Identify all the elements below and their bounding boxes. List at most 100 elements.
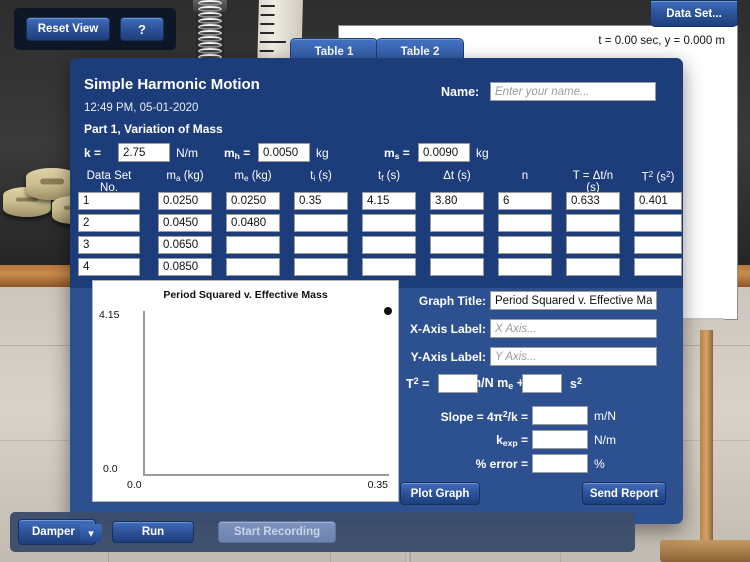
table-cell[interactable] — [498, 236, 552, 254]
x-axis-max-tick: 0.35 — [367, 479, 388, 491]
dialog-timestamp: 12:49 PM, 05-01-2020 — [84, 102, 199, 114]
send-report-button[interactable]: Send Report — [582, 482, 666, 505]
table-cell[interactable] — [158, 214, 212, 232]
dialog-title: Simple Harmonic Motion — [84, 76, 260, 93]
x-axis-min-tick: 0.0 — [127, 479, 142, 491]
y-axis-max-tick: 4.15 — [99, 309, 120, 321]
table-cell[interactable] — [634, 192, 682, 210]
support-rod-base — [660, 540, 750, 562]
table-cell[interactable] — [362, 214, 416, 232]
app-window: 98 t = 0.00 sec, y = 0.000 m t (sec) Res… — [0, 0, 750, 562]
result-input-2[interactable] — [532, 454, 588, 473]
graph-title-input[interactable] — [490, 291, 657, 310]
result-unit-2: % — [594, 457, 605, 471]
support-rod — [700, 330, 713, 562]
x-axis-line — [143, 474, 389, 476]
table-cell[interactable] — [566, 258, 620, 276]
table-header-0: Data Set No. — [86, 170, 132, 194]
table-cell[interactable] — [78, 214, 140, 232]
table-cell[interactable] — [362, 258, 416, 276]
constant-label-2: ms = — [384, 146, 410, 161]
table-cell[interactable] — [158, 236, 212, 254]
status-readout: t = 0.00 sec, y = 0.000 m — [598, 35, 725, 47]
constant-unit-0: N/m — [176, 146, 198, 160]
reset-view-button[interactable]: Reset View — [26, 17, 110, 41]
table-cell[interactable] — [498, 192, 552, 210]
top-toolbar: Reset View ? — [14, 8, 176, 50]
table-cell[interactable] — [362, 236, 416, 254]
table-cell[interactable] — [78, 236, 140, 254]
result-input-1[interactable] — [532, 430, 588, 449]
table-header-3: ti (s) — [310, 170, 332, 183]
result-input-0[interactable] — [532, 406, 588, 425]
constant-unit-2: kg — [476, 146, 489, 160]
result-label-2: % error = — [475, 457, 528, 471]
data-entry-dialog: Simple Harmonic Motion 12:49 PM, 05-01-2… — [70, 58, 683, 524]
constant-input-1[interactable] — [258, 143, 310, 162]
constant-unit-1: kg — [316, 146, 329, 160]
graph-title-label: Graph Title: — [418, 294, 486, 308]
equation-lhs: T2 = — [406, 376, 430, 391]
table-cell[interactable] — [226, 192, 280, 210]
table-cell[interactable] — [294, 236, 348, 254]
equation-intercept-input[interactable] — [522, 374, 562, 393]
x-axis-label-label: X-Axis Label: — [409, 322, 486, 336]
plot-graph-button[interactable]: Plot Graph — [400, 482, 480, 505]
table-cell[interactable] — [430, 236, 484, 254]
table-cell[interactable] — [634, 214, 682, 232]
data-set-button[interactable]: Data Set... — [650, 0, 738, 27]
table-header-1: ma (kg) — [166, 170, 204, 183]
table-cell[interactable] — [634, 258, 682, 276]
table-cell[interactable] — [294, 192, 348, 210]
constants-row: k = N/m mh = kg ms = kg — [84, 143, 644, 165]
table-header-7: T = Δt/n (s) — [572, 170, 614, 194]
table-cell[interactable] — [430, 258, 484, 276]
y-axis-label-input[interactable] — [490, 347, 657, 366]
table-cell[interactable] — [566, 236, 620, 254]
table-cell[interactable] — [498, 258, 552, 276]
y-axis-min-tick: 0.0 — [103, 463, 118, 475]
table-cell[interactable] — [158, 192, 212, 210]
x-axis-label-input[interactable] — [490, 319, 657, 338]
table-cell[interactable] — [158, 258, 212, 276]
name-label: Name: — [441, 85, 480, 99]
result-label-0: Slope = 4π2/k = — [440, 409, 528, 424]
table-cell[interactable] — [498, 214, 552, 232]
table-header-4: tf (s) — [377, 170, 401, 183]
constant-label-1: mh = — [224, 146, 251, 161]
result-unit-0: m/N — [594, 409, 616, 423]
y-axis-line — [143, 311, 145, 476]
table-cell[interactable] — [294, 258, 348, 276]
table-cell[interactable] — [430, 192, 484, 210]
run-button[interactable]: Run — [112, 521, 194, 543]
table-cell[interactable] — [430, 214, 484, 232]
start-recording-button: Start Recording — [218, 521, 336, 543]
result-unit-1: N/m — [594, 433, 616, 447]
y-axis-label-label: Y-Axis Label: — [410, 350, 486, 364]
table-header-2: me (kg) — [234, 170, 272, 183]
equation-intercept-unit: s2 — [570, 376, 582, 391]
table-cell[interactable] — [78, 192, 140, 210]
table-cell[interactable] — [226, 258, 280, 276]
result-label-1: kexp = — [496, 433, 528, 448]
data-point — [384, 307, 392, 315]
dialog-part-label: Part 1, Variation of Mass — [84, 122, 223, 136]
constant-input-0[interactable] — [118, 143, 170, 162]
table-cell[interactable] — [362, 192, 416, 210]
table-cell[interactable] — [634, 236, 682, 254]
table-header-5: Δt (s) — [443, 170, 471, 182]
table-cell[interactable] — [294, 214, 348, 232]
equation-slope-unit: m/N me + — [470, 376, 524, 391]
table-cell[interactable] — [226, 214, 280, 232]
chevron-down-icon[interactable]: ▾ — [80, 524, 102, 542]
table-cell[interactable] — [566, 192, 620, 210]
constant-input-2[interactable] — [418, 143, 470, 162]
help-button[interactable]: ? — [120, 17, 164, 41]
table-cell[interactable] — [226, 236, 280, 254]
table-header-8: T2 (s2) — [641, 170, 675, 184]
constant-label-0: k = — [84, 146, 102, 160]
table-cell[interactable] — [566, 214, 620, 232]
name-input[interactable] — [490, 82, 656, 101]
table-header-6: n — [521, 170, 529, 182]
table-cell[interactable] — [78, 258, 140, 276]
